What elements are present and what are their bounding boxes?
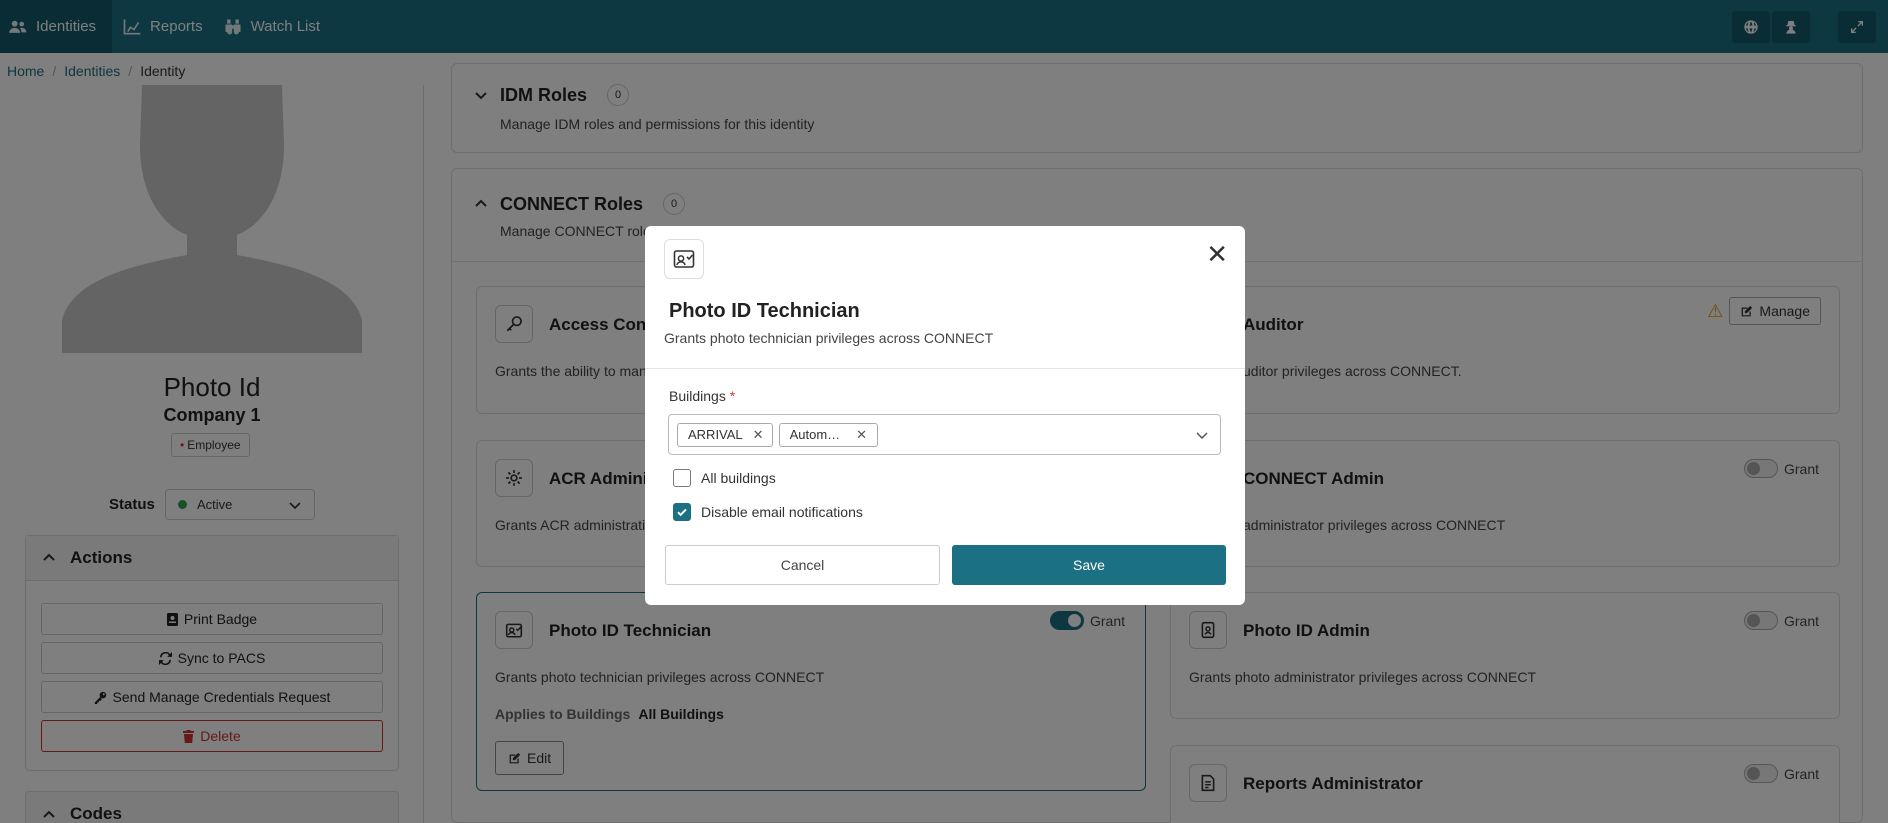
all-buildings-checkbox-row[interactable]: All buildings	[673, 469, 776, 487]
disable-email-label: Disable email notifications	[701, 504, 863, 520]
photo-check-icon	[664, 239, 704, 279]
all-buildings-checkbox[interactable]	[673, 469, 691, 487]
cancel-button[interactable]: Cancel	[665, 545, 940, 585]
modal-subtitle: Grants photo technician privileges acros…	[664, 330, 994, 346]
checkmark-icon	[677, 508, 687, 517]
chip-label: ARRIVAL	[688, 427, 743, 442]
buildings-label: Buildings *	[669, 388, 735, 404]
close-icon[interactable]: ✕	[1206, 241, 1228, 267]
divider	[645, 368, 1245, 369]
save-button[interactable]: Save	[952, 545, 1226, 585]
modal-title: Photo ID Technician	[669, 300, 860, 322]
disable-email-checkbox-row[interactable]: Disable email notifications	[673, 503, 863, 521]
disable-email-checkbox[interactable]	[673, 503, 691, 521]
required-mark: *	[729, 388, 736, 404]
buildings-multiselect[interactable]: ARRIVAL ✕ Autom… ✕	[668, 414, 1221, 455]
chip-remove-icon[interactable]: ✕	[753, 427, 764, 443]
building-chip: Autom… ✕	[778, 422, 879, 447]
chip-label: Autom…	[789, 427, 841, 442]
chevron-down-icon[interactable]	[1194, 427, 1210, 443]
building-chip: ARRIVAL ✕	[677, 422, 773, 447]
chip-remove-icon[interactable]: ✕	[856, 427, 867, 443]
buildings-label-text: Buildings	[669, 388, 726, 404]
role-modal: ✕ Photo ID Technician Grants photo techn…	[645, 226, 1245, 605]
all-buildings-label: All buildings	[701, 470, 776, 486]
